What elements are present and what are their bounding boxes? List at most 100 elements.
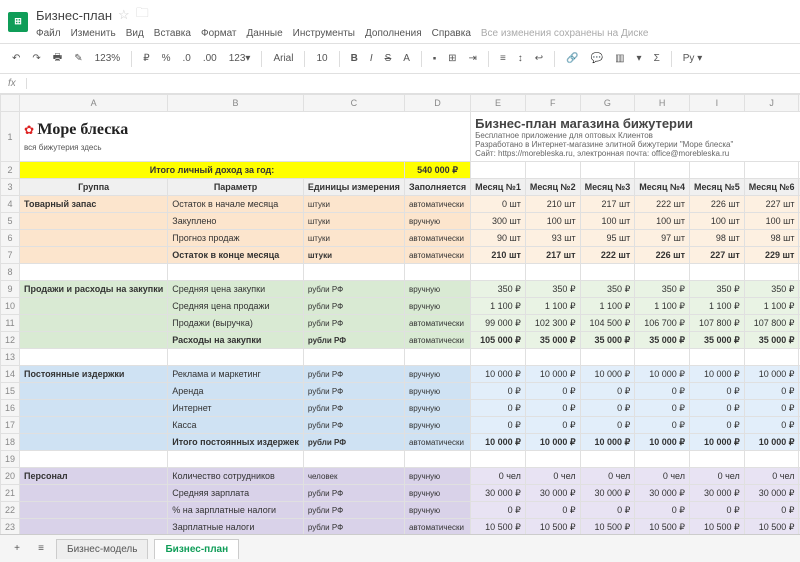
row-header[interactable]: 3: [1, 179, 20, 196]
data-cell[interactable]: 0 ₽: [635, 502, 690, 519]
data-cell[interactable]: 104 500 ₽: [580, 315, 635, 332]
data-cell[interactable]: 10 000 ₽: [744, 366, 799, 383]
col-header[interactable]: I: [690, 95, 745, 112]
data-cell[interactable]: 30 000 ₽: [471, 485, 526, 502]
wrap-icon[interactable]: ↩: [531, 51, 547, 66]
data-cell[interactable]: 0 ₽: [744, 383, 799, 400]
row-header[interactable]: 1: [1, 112, 20, 162]
menu-view[interactable]: Вид: [126, 28, 144, 39]
zoom-select[interactable]: 123%: [91, 51, 125, 66]
font-select[interactable]: Arial: [269, 51, 297, 66]
data-cell[interactable]: 0 ₽: [744, 400, 799, 417]
row-header[interactable]: 10: [1, 298, 20, 315]
data-cell[interactable]: 35 000 ₽: [690, 332, 745, 349]
data-cell[interactable]: 1 100 ₽: [690, 298, 745, 315]
row-header[interactable]: 6: [1, 230, 20, 247]
data-cell[interactable]: 1 100 ₽: [471, 298, 526, 315]
data-cell[interactable]: 10 500 ₽: [580, 519, 635, 535]
menu-addons[interactable]: Дополнения: [365, 28, 422, 39]
menu-tools[interactable]: Инструменты: [293, 28, 355, 39]
data-cell[interactable]: 100 шт: [525, 213, 580, 230]
row-header[interactable]: 14: [1, 366, 20, 383]
data-cell[interactable]: 226 шт: [635, 247, 690, 264]
row-header[interactable]: 8: [1, 264, 20, 281]
data-cell[interactable]: 100 шт: [635, 213, 690, 230]
data-cell[interactable]: 30 000 ₽: [690, 485, 745, 502]
menu-file[interactable]: Файл: [36, 28, 61, 39]
data-cell[interactable]: 350 ₽: [471, 281, 526, 298]
data-cell[interactable]: 10 000 ₽: [690, 366, 745, 383]
data-cell[interactable]: 35 000 ₽: [580, 332, 635, 349]
link-icon[interactable]: 🔗: [562, 51, 582, 66]
data-cell[interactable]: 350 ₽: [580, 281, 635, 298]
data-cell[interactable]: 97 шт: [635, 230, 690, 247]
halign-icon[interactable]: ≡: [496, 51, 510, 66]
col-header[interactable]: H: [635, 95, 690, 112]
data-cell[interactable]: 350 ₽: [525, 281, 580, 298]
data-cell[interactable]: 10 000 ₽: [635, 434, 690, 451]
row-header[interactable]: 17: [1, 417, 20, 434]
data-cell[interactable]: 0 ₽: [580, 400, 635, 417]
data-cell[interactable]: 10 500 ₽: [690, 519, 745, 535]
corner-cell[interactable]: [1, 95, 20, 112]
font-size[interactable]: 10: [312, 51, 331, 66]
data-cell[interactable]: 1 100 ₽: [635, 298, 690, 315]
col-header[interactable]: D: [404, 95, 470, 112]
menu-data[interactable]: Данные: [247, 28, 283, 39]
data-cell[interactable]: 1 100 ₽: [580, 298, 635, 315]
lang-icon[interactable]: Ру ▾: [679, 51, 706, 66]
col-header[interactable]: J: [744, 95, 799, 112]
data-cell[interactable]: 100 шт: [690, 213, 745, 230]
data-cell[interactable]: 350 ₽: [744, 281, 799, 298]
data-cell[interactable]: 0 ₽: [635, 400, 690, 417]
data-cell[interactable]: 1 100 ₽: [744, 298, 799, 315]
data-cell[interactable]: 0 чел: [635, 468, 690, 485]
redo-icon[interactable]: ↷: [28, 51, 44, 66]
sheet-tab-0[interactable]: Бизнес-модель: [56, 539, 148, 559]
data-cell[interactable]: 100 шт: [744, 213, 799, 230]
data-cell[interactable]: 106 700 ₽: [635, 315, 690, 332]
spreadsheet-grid[interactable]: ABCDEFGHIJKLM1✿ Море блескався бижутерия…: [0, 94, 800, 534]
fill-color-icon[interactable]: 🞍: [429, 51, 440, 66]
row-header[interactable]: 9: [1, 281, 20, 298]
data-cell[interactable]: 0 ₽: [635, 383, 690, 400]
data-cell[interactable]: 10 000 ₽: [744, 434, 799, 451]
row-header[interactable]: 11: [1, 315, 20, 332]
data-cell[interactable]: 93 шт: [525, 230, 580, 247]
data-cell[interactable]: 0 ₽: [580, 383, 635, 400]
filter-icon[interactable]: ▾: [633, 51, 646, 66]
merge-icon[interactable]: ⇥: [465, 51, 481, 66]
data-cell[interactable]: 98 шт: [690, 230, 745, 247]
add-sheet-icon[interactable]: +: [8, 540, 26, 558]
col-header[interactable]: A: [20, 95, 168, 112]
data-cell[interactable]: 35 000 ₽: [744, 332, 799, 349]
row-header[interactable]: 23: [1, 519, 20, 535]
data-cell[interactable]: 0 ₽: [525, 400, 580, 417]
inc-decimal-icon[interactable]: .00: [199, 51, 221, 66]
row-header[interactable]: 13: [1, 349, 20, 366]
data-cell[interactable]: 107 800 ₽: [690, 315, 745, 332]
data-cell[interactable]: 0 ₽: [471, 502, 526, 519]
col-header[interactable]: G: [580, 95, 635, 112]
all-sheets-icon[interactable]: ≡: [32, 540, 50, 558]
col-header[interactable]: B: [168, 95, 304, 112]
data-cell[interactable]: 30 000 ₽: [744, 485, 799, 502]
col-header[interactable]: C: [303, 95, 404, 112]
data-cell[interactable]: 217 шт: [580, 196, 635, 213]
sheet-tab-1[interactable]: Бизнес-план: [154, 539, 239, 559]
formula-bar[interactable]: fx: [0, 74, 800, 94]
row-header[interactable]: 15: [1, 383, 20, 400]
col-header[interactable]: F: [525, 95, 580, 112]
text-color-icon[interactable]: A: [399, 51, 414, 66]
data-cell[interactable]: 222 шт: [580, 247, 635, 264]
strike-icon[interactable]: S: [381, 51, 396, 66]
data-cell[interactable]: 229 шт: [744, 247, 799, 264]
row-header[interactable]: 16: [1, 400, 20, 417]
data-cell[interactable]: 210 шт: [525, 196, 580, 213]
col-header[interactable]: E: [471, 95, 526, 112]
chart-icon[interactable]: ▥: [611, 51, 628, 66]
italic-icon[interactable]: I: [366, 51, 377, 66]
data-cell[interactable]: 10 000 ₽: [580, 434, 635, 451]
data-cell[interactable]: 30 000 ₽: [525, 485, 580, 502]
row-header[interactable]: 7: [1, 247, 20, 264]
